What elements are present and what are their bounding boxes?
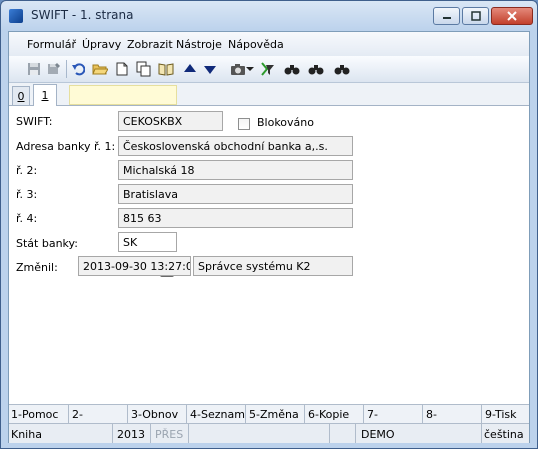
arrow-up-icon[interactable] — [181, 60, 199, 78]
tab-0[interactable]: 0 — [12, 86, 30, 105]
changed-datetime-field[interactable]: 2013-09-30 13:27:04 — [78, 256, 191, 276]
fkey-8[interactable]: 8- — [426, 408, 437, 422]
address3-label: ř. 3: — [16, 188, 38, 201]
blocked-label: Blokováno — [257, 116, 314, 129]
menu-napoveda[interactable]: Nápověda — [228, 38, 284, 51]
open-folder-icon[interactable] — [91, 60, 109, 78]
country-label: Stát banky: — [16, 237, 78, 250]
changed-by-label: Změnil: — [16, 261, 58, 274]
filter-icon[interactable] — [259, 60, 277, 78]
function-key-bar: 1-Pomoc 2- 3-Obnov 4-Seznam 5-Změna 6-Ko… — [9, 404, 529, 423]
address4-label: ř. 4: — [16, 212, 38, 225]
status-language: čeština — [484, 428, 524, 441]
status-overwrite: PŘES — [155, 428, 184, 441]
client-area: Formulář Úpravy Zobrazit Nástroje Nápově… — [8, 31, 530, 443]
swift-form: SWIFT: CEKOSKBX Blokováno Adresa banky ř… — [9, 106, 529, 402]
title-bar[interactable]: SWIFT - 1. strana — [1, 1, 537, 31]
minimize-icon — [442, 17, 451, 19]
address2-label: ř. 2: — [16, 164, 38, 177]
address2-field[interactable]: Michalská 18 — [118, 160, 353, 180]
address4-field[interactable]: 815 63 — [118, 208, 353, 228]
fkey-2[interactable]: 2- — [72, 408, 83, 422]
fkey-5[interactable]: 5-Změna — [249, 408, 299, 422]
status-database: DEMO — [361, 428, 395, 441]
changed-user-field[interactable]: Správce systému K2 — [193, 256, 353, 276]
status-module: Kniha — [11, 428, 42, 441]
maximize-icon — [470, 11, 481, 21]
dropdown-arrow-icon[interactable] — [245, 60, 255, 78]
menu-zobrazit[interactable]: Zobrazit — [127, 38, 173, 51]
binoculars-next-icon[interactable] — [307, 60, 325, 78]
address3-field[interactable]: Bratislava — [118, 184, 353, 204]
toolbar — [9, 56, 529, 83]
menu-formular[interactable]: Formulář — [27, 38, 76, 51]
fkey-4[interactable]: 4-Seznam — [190, 408, 245, 422]
address1-label: Adresa banky ř. 1: — [16, 140, 116, 153]
binoculars-all-icon[interactable] — [333, 60, 351, 78]
swift-field[interactable]: CEKOSKBX — [118, 111, 223, 131]
undo-icon[interactable] — [69, 60, 87, 78]
menu-bar: Formulář Úpravy Zobrazit Nástroje Nápově… — [9, 32, 529, 56]
tab-strip: 0 1 — [9, 83, 529, 106]
status-year: 2013 — [117, 428, 145, 441]
tab-1[interactable]: 1 — [33, 84, 57, 106]
fkey-7[interactable]: 7- — [367, 408, 378, 422]
close-icon — [507, 11, 517, 21]
fkey-6[interactable]: 6-Kopie — [308, 408, 349, 422]
fkey-1[interactable]: 1-Pomoc — [11, 408, 58, 422]
arrow-down-icon[interactable] — [201, 60, 219, 78]
app-window: SWIFT - 1. strana Formulář Úpravy Zobraz… — [0, 0, 538, 449]
menu-nastroje[interactable]: Nástroje — [176, 38, 222, 51]
country-select[interactable]: SK — [118, 232, 177, 252]
address1-field[interactable]: Československá obchodní banka a,.s. — [118, 136, 353, 156]
save-as-icon[interactable] — [45, 60, 63, 78]
copy-icon[interactable] — [135, 60, 153, 78]
book-icon[interactable] — [157, 60, 175, 78]
menu-upravy[interactable]: Úpravy — [82, 38, 121, 51]
window-title: SWIFT - 1. strana — [31, 8, 134, 22]
fkey-3[interactable]: 3-Obnov — [131, 408, 178, 422]
close-button[interactable] — [491, 7, 533, 25]
binoculars-icon[interactable] — [283, 60, 301, 78]
blocked-checkbox[interactable] — [238, 118, 250, 130]
save-icon[interactable] — [25, 60, 43, 78]
status-bar: Kniha 2013 PŘES DEMO čeština — [9, 423, 529, 443]
maximize-button[interactable] — [462, 7, 489, 25]
minimize-button[interactable] — [433, 7, 460, 25]
fkey-9[interactable]: 9-Tisk — [485, 408, 517, 422]
tab-hint-area — [69, 85, 177, 105]
app-icon — [9, 9, 23, 23]
swift-label: SWIFT: — [16, 115, 53, 128]
new-document-icon[interactable] — [113, 60, 131, 78]
